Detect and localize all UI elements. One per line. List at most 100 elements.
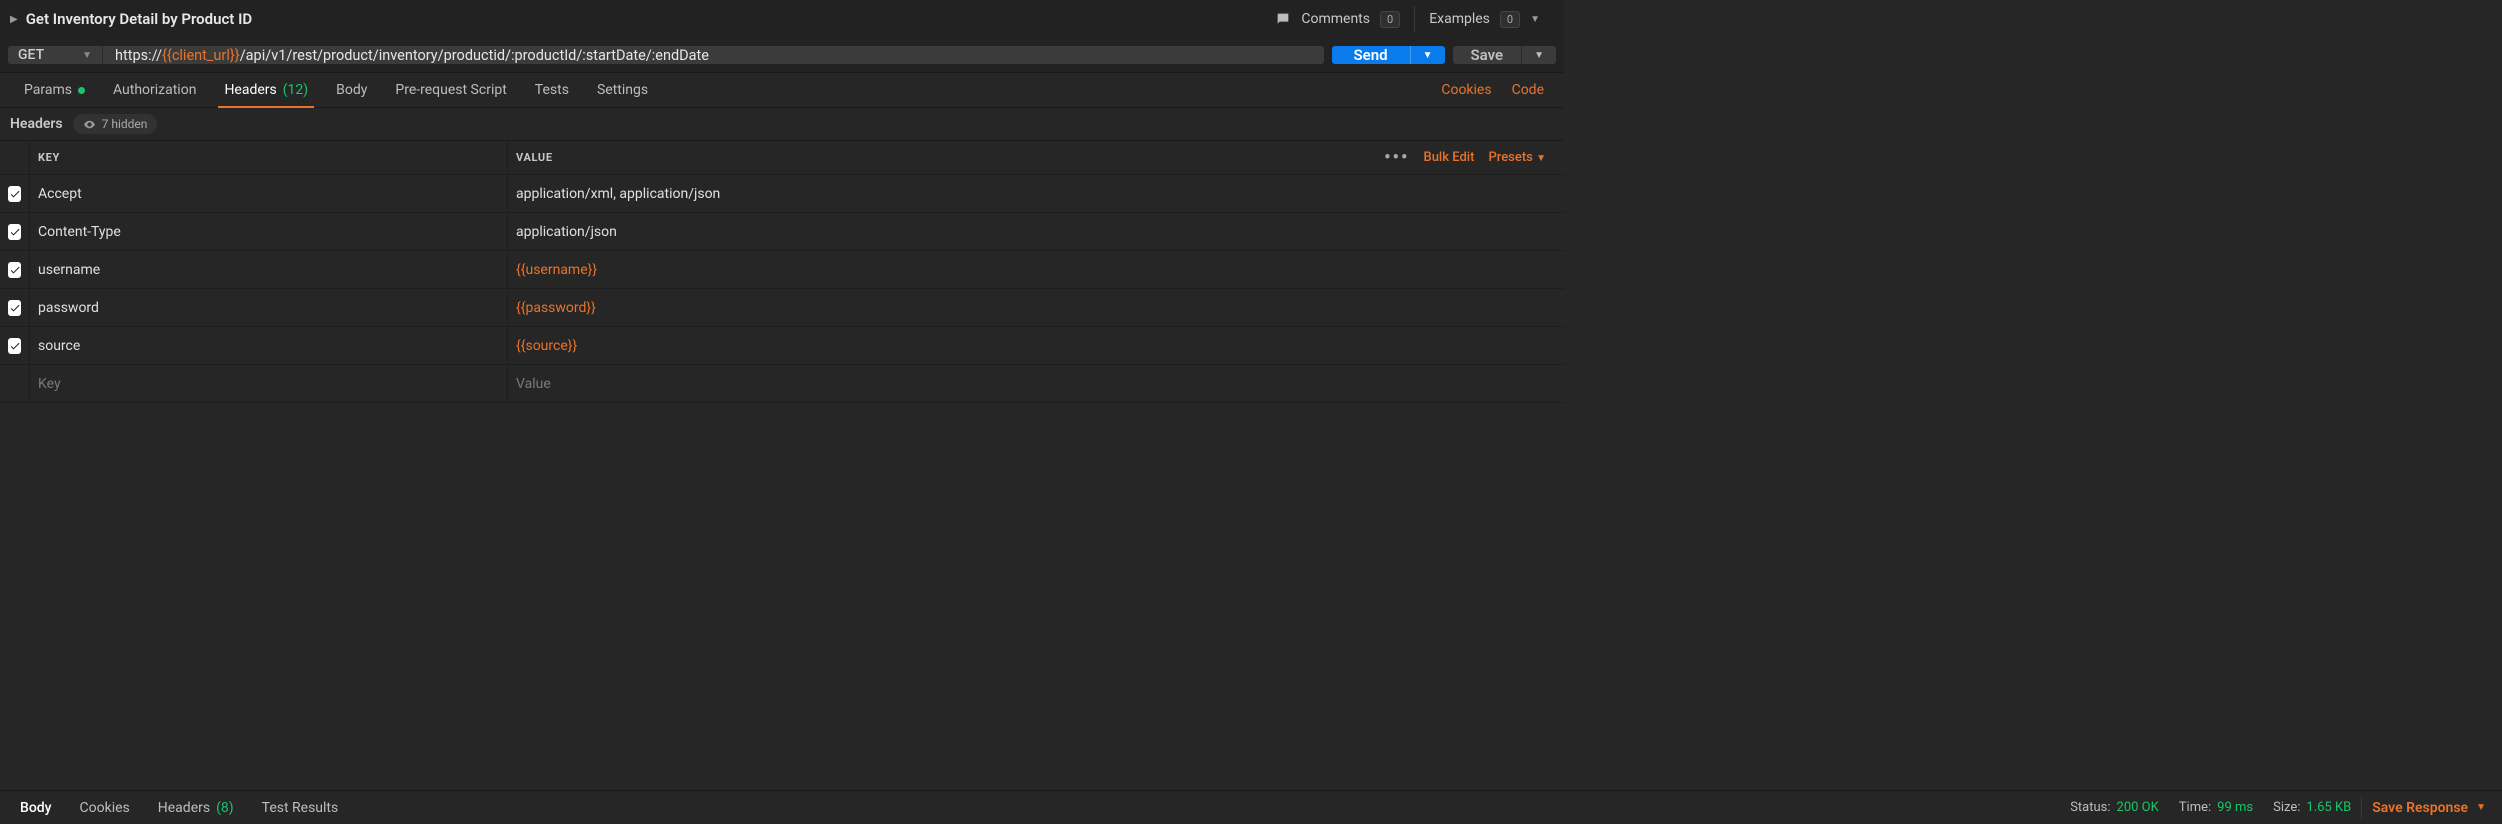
cookies-link[interactable]: Cookies bbox=[1431, 82, 1501, 98]
response-tab-headers-label: Headers bbox=[158, 800, 210, 816]
send-button[interactable]: Send ▼ bbox=[1332, 46, 1445, 64]
response-bar: Body Cookies Headers (8) Test Results St… bbox=[0, 790, 2502, 824]
headers-row[interactable]: source {{source}} bbox=[0, 327, 1564, 365]
checkbox-checked-icon[interactable] bbox=[8, 262, 21, 278]
row-value-cell[interactable]: application/xml, application/json bbox=[508, 175, 1564, 212]
tab-headers[interactable]: Headers (12) bbox=[210, 73, 322, 107]
save-button-label: Save bbox=[1453, 46, 1522, 64]
headers-row[interactable]: password {{password}} bbox=[0, 289, 1564, 327]
tab-headers-count: (12) bbox=[283, 82, 308, 98]
headers-table: KEY VALUE ••• Bulk Edit Presets ▼ Accept… bbox=[0, 140, 1564, 403]
method-url-container: GET ▼ https://{{client_url}}/api/v1/rest… bbox=[8, 46, 1324, 64]
chevron-down-icon: ▼ bbox=[2476, 802, 2486, 813]
save-response-button[interactable]: Save Response ▼ bbox=[2361, 797, 2496, 819]
row-key-cell[interactable]: source bbox=[30, 327, 508, 364]
save-dropdown[interactable]: ▼ bbox=[1521, 46, 1556, 64]
row-key-cell[interactable]: Accept bbox=[30, 175, 508, 212]
header-value-col: VALUE ••• Bulk Edit Presets ▼ bbox=[508, 141, 1564, 174]
header-key: source bbox=[38, 338, 80, 354]
row-checkbox-cell[interactable] bbox=[0, 289, 30, 326]
tab-prerequest[interactable]: Pre-request Script bbox=[381, 73, 520, 107]
tab-tests-label: Tests bbox=[535, 82, 569, 98]
http-method-value: GET bbox=[18, 47, 44, 63]
save-response-label: Save Response bbox=[2372, 800, 2468, 816]
chevron-down-icon: ▼ bbox=[82, 50, 92, 61]
status-value: 200 OK bbox=[2117, 800, 2159, 815]
checkbox-checked-icon[interactable] bbox=[8, 300, 21, 316]
row-value-cell[interactable]: application/json bbox=[508, 213, 1564, 250]
header-value-variable: {{source}} bbox=[516, 338, 577, 354]
examples-button[interactable]: Examples 0 ▼ bbox=[1414, 6, 1554, 32]
comments-button[interactable]: Comments 0 bbox=[1261, 6, 1414, 32]
response-tab-test-results-label: Test Results bbox=[262, 800, 339, 816]
presets-link[interactable]: Presets ▼ bbox=[1488, 150, 1546, 165]
header-value: application/json bbox=[516, 224, 617, 240]
tab-body[interactable]: Body bbox=[322, 73, 381, 107]
request-bar: GET ▼ https://{{client_url}}/api/v1/rest… bbox=[0, 38, 1564, 72]
tab-tests[interactable]: Tests bbox=[521, 73, 583, 107]
send-dropdown[interactable]: ▼ bbox=[1410, 46, 1445, 64]
checkbox-checked-icon[interactable] bbox=[8, 224, 21, 240]
headers-section-title: Headers bbox=[10, 116, 63, 132]
new-key-input[interactable]: Key bbox=[38, 376, 61, 392]
headers-table-header: KEY VALUE ••• Bulk Edit Presets ▼ bbox=[0, 141, 1564, 175]
row-checkbox-cell[interactable] bbox=[0, 213, 30, 250]
response-tab-body[interactable]: Body bbox=[6, 800, 66, 816]
url-input[interactable]: https://{{client_url}}/api/v1/rest/produ… bbox=[103, 46, 1324, 64]
header-value-variable: {{password}} bbox=[516, 300, 596, 316]
row-key-cell[interactable]: password bbox=[30, 289, 508, 326]
more-options-icon[interactable]: ••• bbox=[1384, 147, 1409, 168]
header-key: password bbox=[38, 300, 99, 316]
headers-row[interactable]: Content-Type application/json bbox=[0, 213, 1564, 251]
comments-count: 0 bbox=[1380, 11, 1400, 28]
row-value-cell[interactable]: {{password}} bbox=[508, 289, 1564, 326]
header-key: Accept bbox=[38, 186, 82, 202]
response-tab-test-results[interactable]: Test Results bbox=[248, 800, 353, 816]
response-tab-cookies[interactable]: Cookies bbox=[66, 800, 144, 816]
status-label: Status: bbox=[2070, 800, 2110, 815]
header-key-col: KEY bbox=[30, 141, 508, 174]
row-checkbox-cell[interactable] bbox=[0, 251, 30, 288]
checkbox-checked-icon[interactable] bbox=[8, 338, 21, 354]
response-tab-headers-count: (8) bbox=[216, 800, 234, 816]
row-checkbox-cell[interactable] bbox=[0, 175, 30, 212]
tab-params[interactable]: Params bbox=[10, 73, 99, 107]
row-key-cell[interactable]: Content-Type bbox=[30, 213, 508, 250]
url-suffix: /api/v1/rest/product/inventory/productid… bbox=[240, 47, 709, 64]
header-value: application/xml, application/json bbox=[516, 186, 720, 202]
checkbox-checked-icon[interactable] bbox=[8, 186, 21, 202]
comment-icon bbox=[1275, 11, 1291, 27]
new-row-checkbox bbox=[0, 365, 30, 402]
header-checkbox-col bbox=[0, 141, 30, 174]
tab-authorization[interactable]: Authorization bbox=[99, 73, 210, 107]
size-kv: Size:1.65 KB bbox=[2263, 800, 2361, 815]
response-tab-headers[interactable]: Headers (8) bbox=[144, 800, 248, 816]
headers-row[interactable]: username{{username}} bbox=[0, 251, 1564, 289]
params-active-dot-icon bbox=[78, 87, 85, 94]
save-button[interactable]: Save ▼ bbox=[1453, 46, 1557, 64]
row-checkbox-cell[interactable] bbox=[0, 327, 30, 364]
tab-authorization-label: Authorization bbox=[113, 82, 196, 98]
headers-row[interactable]: Accept application/xml, application/json bbox=[0, 175, 1564, 213]
response-tab-cookies-label: Cookies bbox=[80, 800, 130, 816]
headers-new-row[interactable]: Key Value bbox=[0, 365, 1564, 403]
tab-headers-label: Headers bbox=[224, 82, 276, 98]
bulk-edit-link[interactable]: Bulk Edit bbox=[1423, 150, 1474, 165]
http-method-select[interactable]: GET ▼ bbox=[8, 46, 103, 64]
code-link[interactable]: Code bbox=[1502, 82, 1554, 98]
row-key-cell[interactable]: username bbox=[30, 251, 508, 288]
tab-settings-label: Settings bbox=[597, 82, 648, 98]
hidden-headers-toggle[interactable]: 7 hidden bbox=[73, 114, 158, 134]
request-name[interactable]: Get Inventory Detail by Product ID bbox=[26, 10, 252, 28]
url-prefix: https:// bbox=[115, 47, 162, 64]
send-button-label: Send bbox=[1332, 46, 1410, 64]
new-value-input[interactable]: Value bbox=[516, 376, 551, 392]
header-value-label: VALUE bbox=[516, 151, 553, 164]
tab-settings[interactable]: Settings bbox=[583, 73, 662, 107]
collapse-triangle-icon[interactable]: ▶ bbox=[10, 14, 18, 25]
presets-label: Presets bbox=[1488, 150, 1532, 165]
row-value-cell[interactable]: {{source}} bbox=[508, 327, 1564, 364]
header-key: Content-Type bbox=[38, 224, 121, 240]
hidden-headers-text: 7 hidden bbox=[102, 117, 148, 131]
row-value-cell[interactable]: {{username}} bbox=[508, 251, 1564, 288]
